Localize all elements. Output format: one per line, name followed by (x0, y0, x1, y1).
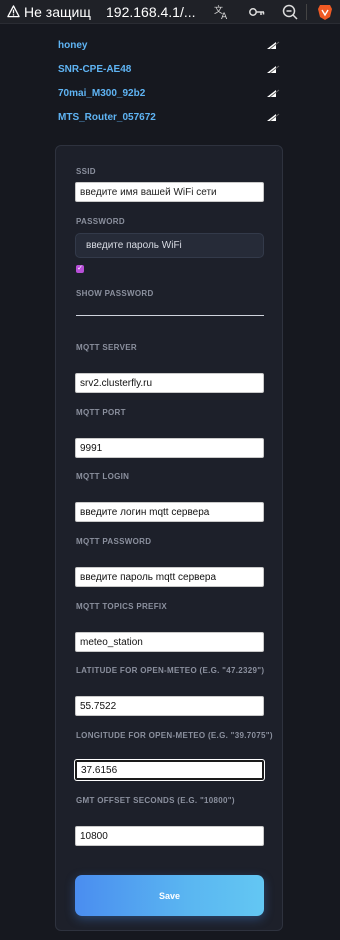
wifi-signal-icon (267, 113, 280, 121)
longitude-input[interactable] (75, 760, 264, 780)
toolbar-divider (306, 4, 307, 20)
address-bar-url[interactable]: 192.168.4.1/... (106, 4, 196, 20)
latitude-input[interactable] (75, 696, 264, 716)
network-name[interactable]: SNR-CPE-AE48 (58, 64, 131, 75)
mqtt-port-label: MQTT PORT (76, 408, 126, 417)
section-divider (76, 315, 264, 316)
network-item-honey[interactable]: honey (58, 33, 280, 57)
network-item-snr[interactable]: SNR-CPE-AE48 (58, 57, 280, 81)
not-secure-label[interactable]: Не защищ (24, 4, 91, 20)
wifi-signal-icon (267, 65, 280, 73)
key-icon[interactable] (248, 3, 266, 21)
gmt-offset-input[interactable] (75, 826, 264, 846)
brave-lion-icon[interactable] (316, 3, 334, 21)
mqtt-prefix-input[interactable] (75, 632, 264, 652)
mqtt-login-input[interactable] (75, 502, 264, 522)
wifi-password-placeholder: введите пароль WiFi (86, 240, 182, 251)
zoom-out-icon[interactable] (281, 3, 299, 21)
network-item-mts[interactable]: MTS_Router_057672 (58, 105, 280, 129)
mqtt-password-label: MQTT PASSWORD (76, 537, 152, 546)
mqtt-login-label: MQTT LOGIN (76, 472, 130, 481)
network-name[interactable]: honey (58, 40, 87, 51)
svg-text:A: A (221, 12, 228, 21)
wifi-settings-form: SSID PASSWORD введите пароль WiFi ✓ SHOW… (55, 145, 283, 931)
gmt-offset-label: GMT OFFSET SECONDS (E.G. "10800") (76, 796, 235, 805)
mqtt-port-input[interactable] (75, 438, 264, 458)
mqtt-password-input[interactable] (75, 567, 264, 587)
browser-toolbar: Не защищ 192.168.4.1/... 文 A (0, 0, 340, 24)
latitude-label: LATITUDE FOR OPEN-METEO (E.G. "47.2329") (76, 666, 265, 675)
translate-icon[interactable]: 文 A (213, 3, 231, 21)
password-label: PASSWORD (76, 217, 125, 226)
wifi-network-list: honey SNR-CPE-AE48 70mai_M300_92b2 MTS_R… (58, 33, 280, 129)
wifi-signal-icon (267, 89, 280, 97)
show-password-checkbox[interactable]: ✓ (76, 265, 84, 273)
network-name[interactable]: 70mai_M300_92b2 (58, 88, 145, 99)
wifi-signal-icon (267, 41, 280, 49)
ssid-label: SSID (76, 167, 96, 176)
wifi-password-input[interactable]: введите пароль WiFi (75, 233, 264, 258)
ssid-input[interactable] (75, 182, 264, 202)
not-secure-warning-icon[interactable] (7, 5, 20, 18)
mqtt-prefix-label: MQTT TOPICS PREFIX (76, 602, 168, 611)
mqtt-server-label: MQTT SERVER (76, 343, 137, 352)
network-item-70mai[interactable]: 70mai_M300_92b2 (58, 81, 280, 105)
mqtt-server-input[interactable] (75, 373, 264, 393)
network-name[interactable]: MTS_Router_057672 (58, 112, 156, 123)
longitude-label: LONGITUDE FOR OPEN-METEO (E.G. "39.7075"… (76, 731, 273, 740)
save-button[interactable]: Save (75, 875, 264, 916)
show-password-label: SHOW PASSWORD (76, 289, 154, 298)
